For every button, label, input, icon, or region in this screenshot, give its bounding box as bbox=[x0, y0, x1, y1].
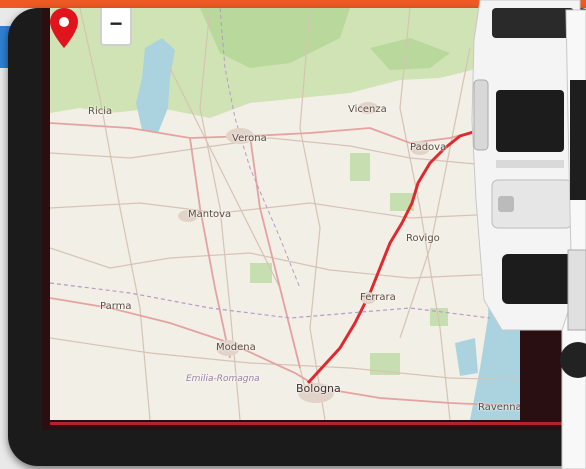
city-label-rovigo: Rovigo bbox=[406, 233, 440, 244]
region-label-emilia-romagna: Emilia-Romagna bbox=[186, 374, 260, 384]
truck-image bbox=[471, 0, 586, 469]
city-label-vicenza: Vicenza bbox=[348, 104, 387, 115]
location-pin-icon[interactable] bbox=[50, 8, 78, 48]
city-label-parma: Parma bbox=[100, 301, 132, 312]
map-tiles bbox=[50, 8, 520, 420]
route-map[interactable]: − Ricia Verona Vicenza Padova Mantova Ro… bbox=[50, 8, 520, 420]
city-label-verona: Verona bbox=[232, 133, 267, 144]
city-label-padova: Padova bbox=[410, 142, 447, 153]
city-label-bologna: Bologna bbox=[296, 382, 341, 395]
screenshot-stage: − Ricia Verona Vicenza Padova Mantova Ro… bbox=[0, 0, 586, 469]
city-label-ricia: Ricia bbox=[88, 106, 113, 117]
city-label-modena: Modena bbox=[216, 342, 256, 353]
city-label-ferrara: Ferrara bbox=[360, 292, 396, 303]
city-label-mantova: Mantova bbox=[188, 209, 232, 220]
zoom-out-button[interactable]: − bbox=[100, 8, 132, 46]
